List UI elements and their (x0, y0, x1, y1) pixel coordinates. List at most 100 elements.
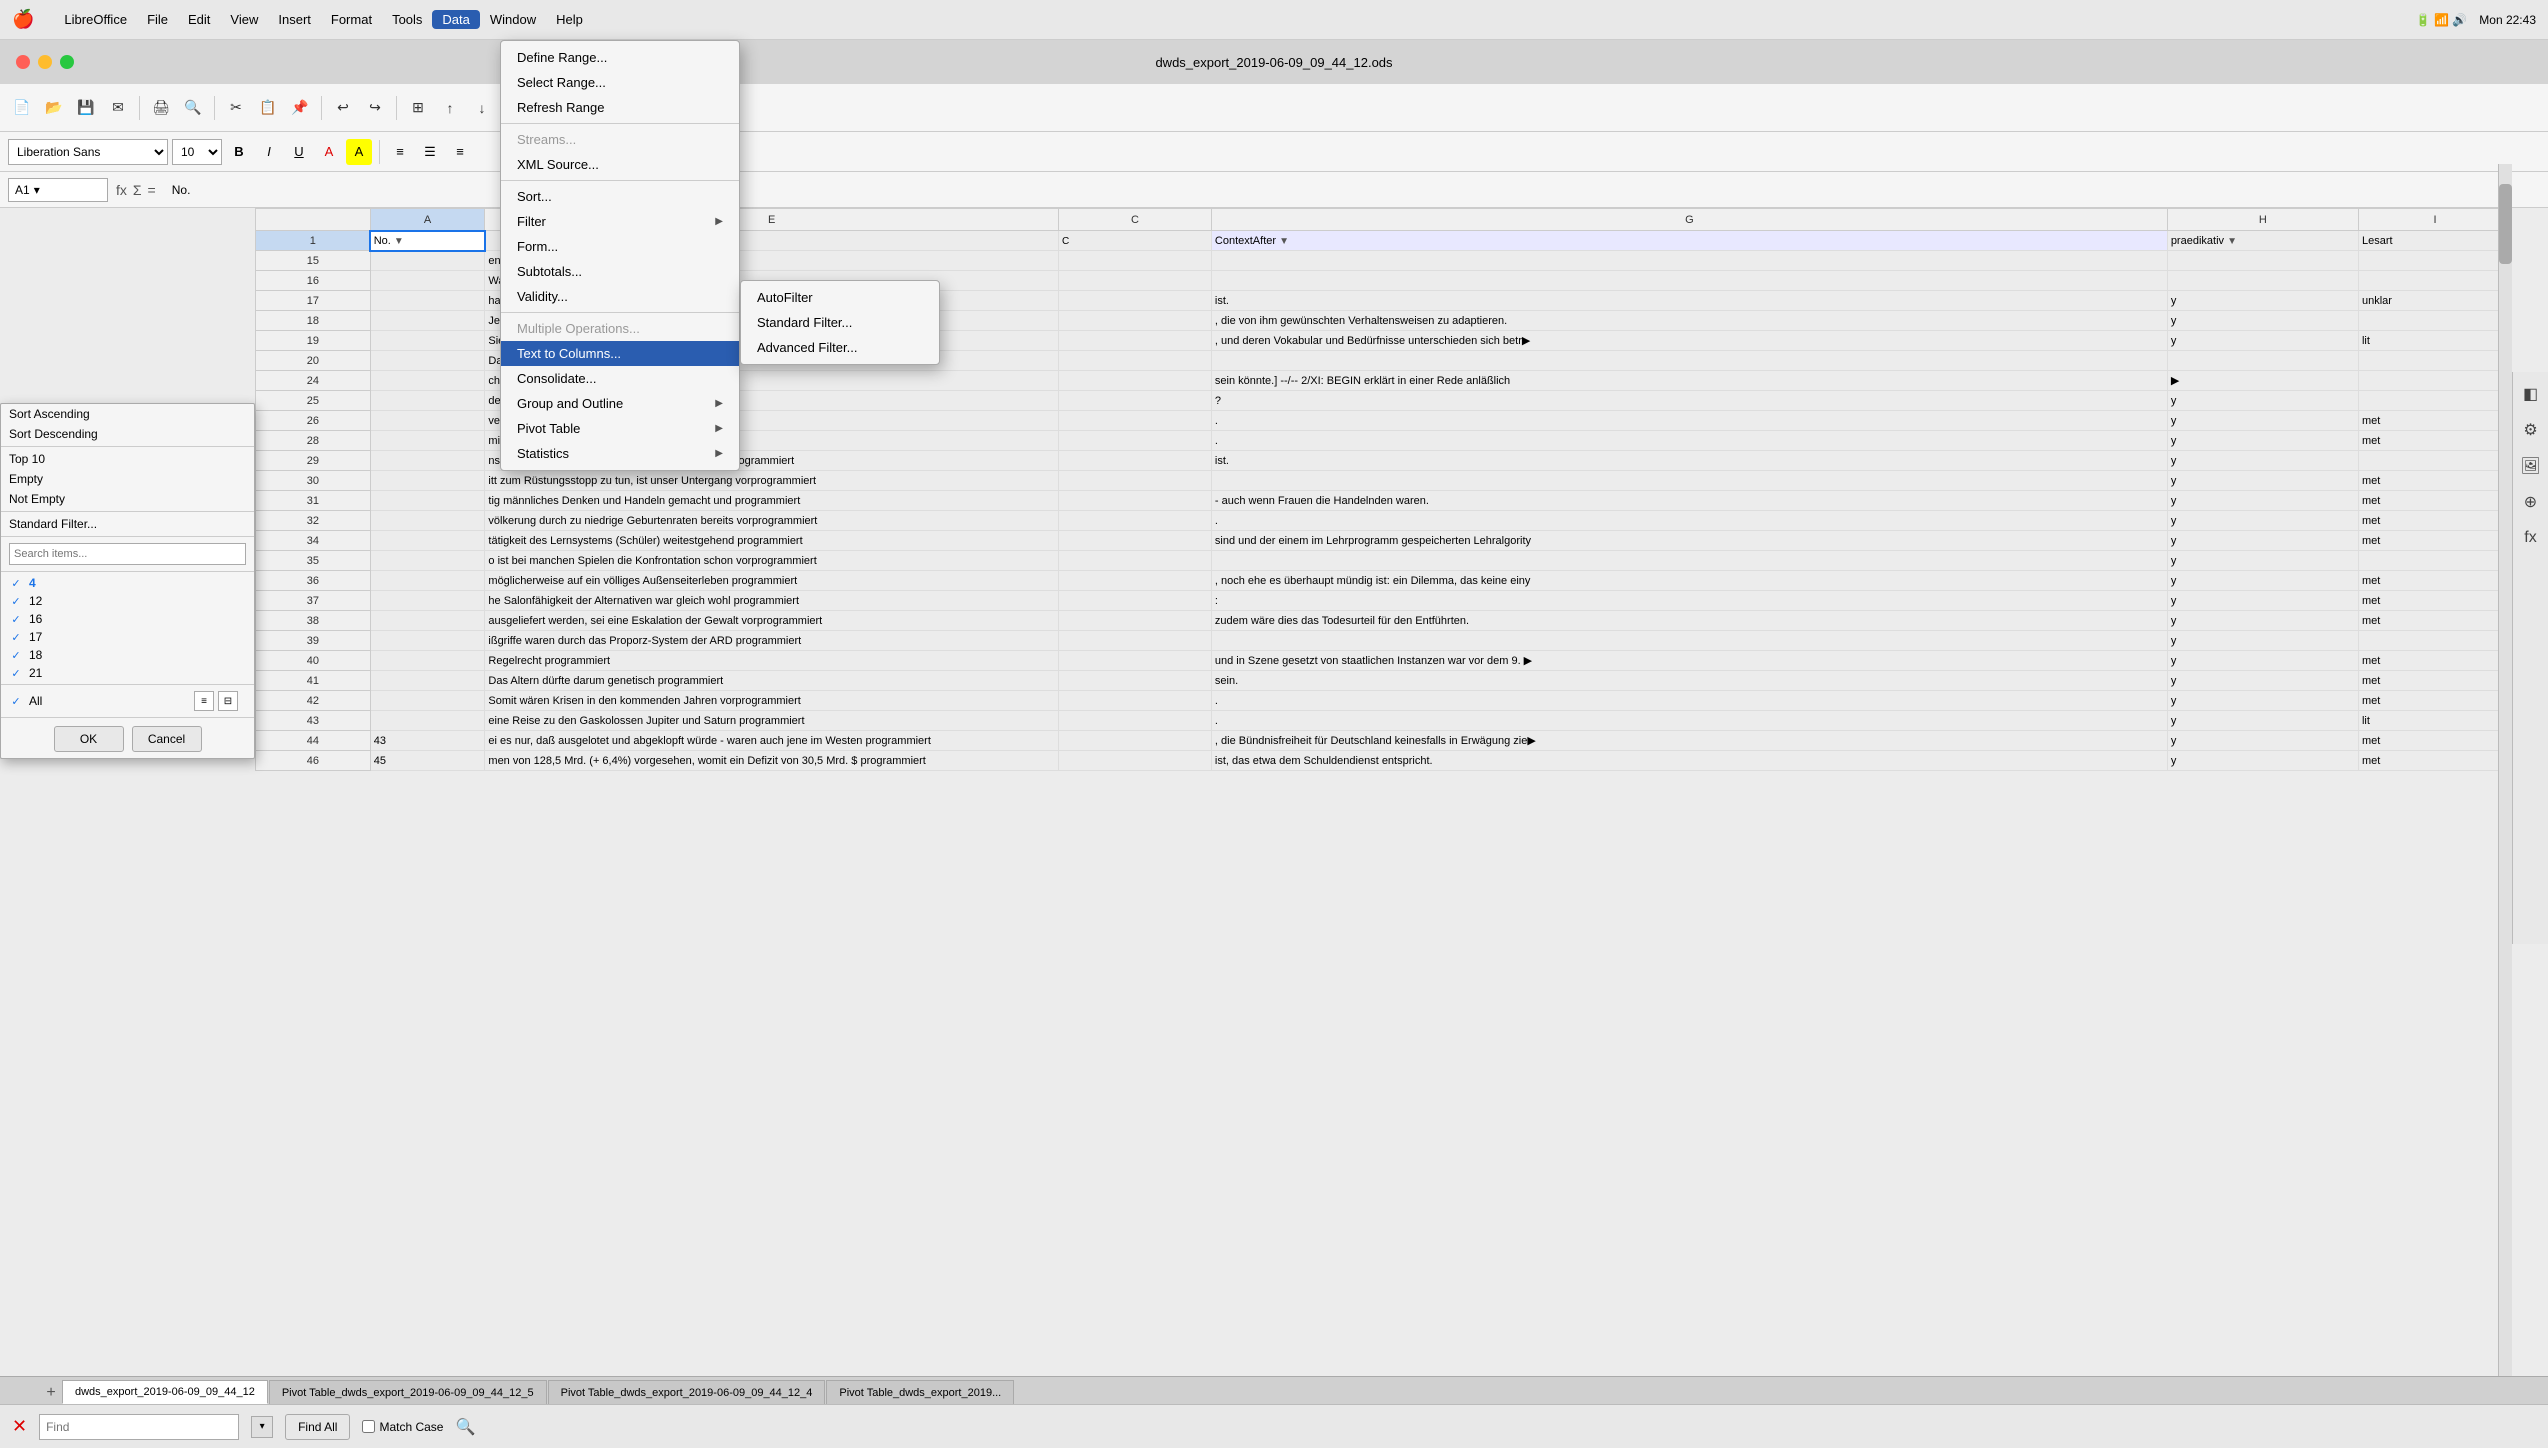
cell-a19[interactable] (370, 331, 485, 351)
filter-item-12[interactable]: ✓ 12 (1, 592, 254, 610)
cell-i24[interactable] (2358, 371, 2511, 391)
filter-list-btn1[interactable]: ≡ (194, 691, 214, 711)
cell-i42[interactable]: met (2358, 691, 2511, 711)
cell-h20[interactable] (2167, 351, 2358, 371)
cell-e44[interactable]: ei es nur, daß ausgelotet und abgeklopft… (485, 731, 1059, 751)
cell-h41[interactable]: y (2167, 671, 2358, 691)
cell-c31[interactable] (1058, 491, 1211, 511)
cell-g34[interactable]: sind und der einem im Lehrprogramm gespe… (1211, 531, 2167, 551)
cell-h17[interactable]: y (2167, 291, 2358, 311)
menu-define-range[interactable]: Define Range... (501, 45, 739, 70)
redo-btn[interactable]: ↪ (361, 94, 389, 122)
cell-e37[interactable]: he Salonfähigkeit der Alternativen war g… (485, 591, 1059, 611)
cell-e32[interactable]: völkerung durch zu niedrige Geburtenrate… (485, 511, 1059, 531)
menu-refresh-range[interactable]: Refresh Range (501, 95, 739, 120)
add-sheet-button[interactable]: + (40, 1382, 62, 1404)
cell-e35[interactable]: o ist bei manchen Spielen die Konfrontat… (485, 551, 1059, 571)
cell-a28[interactable] (370, 431, 485, 451)
cell-g1[interactable]: ContextAfter ▼ (1211, 231, 2167, 251)
cell-h40[interactable]: y (2167, 651, 2358, 671)
standard-filter-item[interactable]: Standard Filter... (1, 514, 254, 534)
save-btn[interactable]: 💾 (72, 94, 100, 122)
cell-h46[interactable]: y (2167, 751, 2358, 771)
menubar-help[interactable]: Help (546, 10, 593, 29)
cell-g38[interactable]: zudem wäre dies das Todesurteil für den … (1211, 611, 2167, 631)
cell-c46[interactable] (1058, 751, 1211, 771)
cell-c24[interactable] (1058, 371, 1211, 391)
find-input[interactable] (39, 1414, 239, 1440)
cell-a38[interactable] (370, 611, 485, 631)
cell-g37[interactable]: : (1211, 591, 2167, 611)
sort-descending-item[interactable]: Sort Descending (1, 424, 254, 444)
sidebar-properties-icon[interactable]: ⚙ (2517, 416, 2545, 444)
menubar-edit[interactable]: Edit (178, 10, 220, 29)
cell-e40[interactable]: Regelrecht programmiert (485, 651, 1059, 671)
submenu-standard-filter[interactable]: Standard Filter... (741, 310, 939, 335)
menu-select-range[interactable]: Select Range... (501, 70, 739, 95)
cell-a41[interactable] (370, 671, 485, 691)
cell-i1[interactable]: Lesart (2358, 231, 2511, 251)
cell-a43[interactable] (370, 711, 485, 731)
menubar-file[interactable]: File (137, 10, 178, 29)
cell-a35[interactable] (370, 551, 485, 571)
cell-e39[interactable]: ißgriffe waren durch das Proporz-System … (485, 631, 1059, 651)
scrollbar-thumb[interactable] (2499, 184, 2512, 264)
email-btn[interactable]: ✉ (104, 94, 132, 122)
cell-g46[interactable]: ist, das etwa dem Schuldendienst entspri… (1211, 751, 2167, 771)
cell-e30[interactable]: itt zum Rüstungsstopp zu tun, ist unser … (485, 471, 1059, 491)
cell-h30[interactable]: y (2167, 471, 2358, 491)
cell-a24[interactable] (370, 371, 485, 391)
menu-xml-source[interactable]: XML Source... (501, 152, 739, 177)
cell-a40[interactable] (370, 651, 485, 671)
cell-reference[interactable]: A1 ▾ (8, 178, 108, 202)
cell-a1[interactable]: No. ▼ (370, 231, 485, 251)
cell-h15[interactable] (2167, 251, 2358, 271)
sidebar-gallery-icon[interactable]: 🖼 (2517, 452, 2545, 480)
filter-arrow-g1[interactable]: ▼ (1279, 236, 1289, 247)
cell-e36[interactable]: möglicherweise auf ein völliges Außensei… (485, 571, 1059, 591)
filter-cancel-button[interactable]: Cancel (132, 726, 202, 752)
cell-c29[interactable] (1058, 451, 1211, 471)
top10-item[interactable]: Top 10 (1, 449, 254, 469)
new-btn[interactable]: 📄 (8, 94, 36, 122)
menu-statistics[interactable]: Statistics ▶ (501, 441, 739, 466)
cell-c25[interactable] (1058, 391, 1211, 411)
menu-filter[interactable]: Filter ▶ (501, 209, 739, 234)
cell-i17[interactable]: unklar (2358, 291, 2511, 311)
sort-asc-btn[interactable]: ↑ (436, 94, 464, 122)
equals-icon[interactable]: = (148, 182, 156, 198)
maximize-button[interactable] (60, 55, 74, 69)
tab-pivot3[interactable]: Pivot Table_dwds_export_2019... (826, 1380, 1014, 1404)
cell-i26[interactable]: met (2358, 411, 2511, 431)
cell-h1[interactable]: praedikativ ▼ (2167, 231, 2358, 251)
cell-i28[interactable]: met (2358, 431, 2511, 451)
vertical-scrollbar[interactable] (2498, 164, 2512, 1376)
cell-i35[interactable] (2358, 551, 2511, 571)
submenu-advanced-filter[interactable]: Advanced Filter... (741, 335, 939, 360)
cell-h32[interactable]: y (2167, 511, 2358, 531)
cell-g44[interactable]: , die Bündnisfreiheit für Deutschland ke… (1211, 731, 2167, 751)
cell-c44[interactable] (1058, 731, 1211, 751)
cell-i38[interactable]: met (2358, 611, 2511, 631)
apple-menu[interactable]: 🍎 (12, 9, 34, 30)
cell-h42[interactable]: y (2167, 691, 2358, 711)
cell-h43[interactable]: y (2167, 711, 2358, 731)
cell-i41[interactable]: met (2358, 671, 2511, 691)
menu-form[interactable]: Form... (501, 234, 739, 259)
menu-pivot-table[interactable]: Pivot Table ▶ (501, 416, 739, 441)
sort-desc-btn[interactable]: ↓ (468, 94, 496, 122)
cell-g29[interactable]: ist. (1211, 451, 2167, 471)
filter-item-4[interactable]: ✓ 4 (1, 574, 254, 592)
cell-h34[interactable]: y (2167, 531, 2358, 551)
cell-g36[interactable]: , noch ehe es überhaupt mündig ist: ein … (1211, 571, 2167, 591)
cell-c28[interactable] (1058, 431, 1211, 451)
cell-a42[interactable] (370, 691, 485, 711)
cell-i30[interactable]: met (2358, 471, 2511, 491)
cell-a16[interactable] (370, 271, 485, 291)
filter-ok-button[interactable]: OK (54, 726, 124, 752)
cell-c34[interactable] (1058, 531, 1211, 551)
cell-a18[interactable] (370, 311, 485, 331)
cell-i44[interactable]: met (2358, 731, 2511, 751)
cell-c38[interactable] (1058, 611, 1211, 631)
bold-btn[interactable]: B (226, 139, 252, 165)
